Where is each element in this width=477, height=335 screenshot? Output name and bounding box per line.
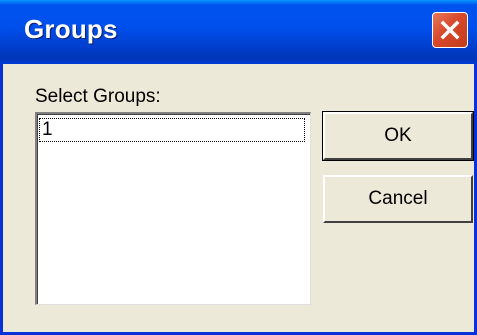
cancel-button[interactable]: Cancel — [323, 175, 473, 223]
ok-button[interactable]: OK — [322, 111, 474, 161]
groups-dialog: Groups Select Groups: 1 OK Cancel — [0, 0, 477, 335]
groups-listbox[interactable]: 1 — [35, 112, 311, 305]
close-button[interactable] — [432, 12, 468, 48]
select-groups-label: Select Groups: — [35, 86, 161, 107]
list-item[interactable]: 1 — [39, 118, 305, 142]
title-bar[interactable]: Groups — [0, 0, 477, 64]
window-title: Groups — [24, 14, 118, 44]
close-icon — [440, 20, 460, 40]
